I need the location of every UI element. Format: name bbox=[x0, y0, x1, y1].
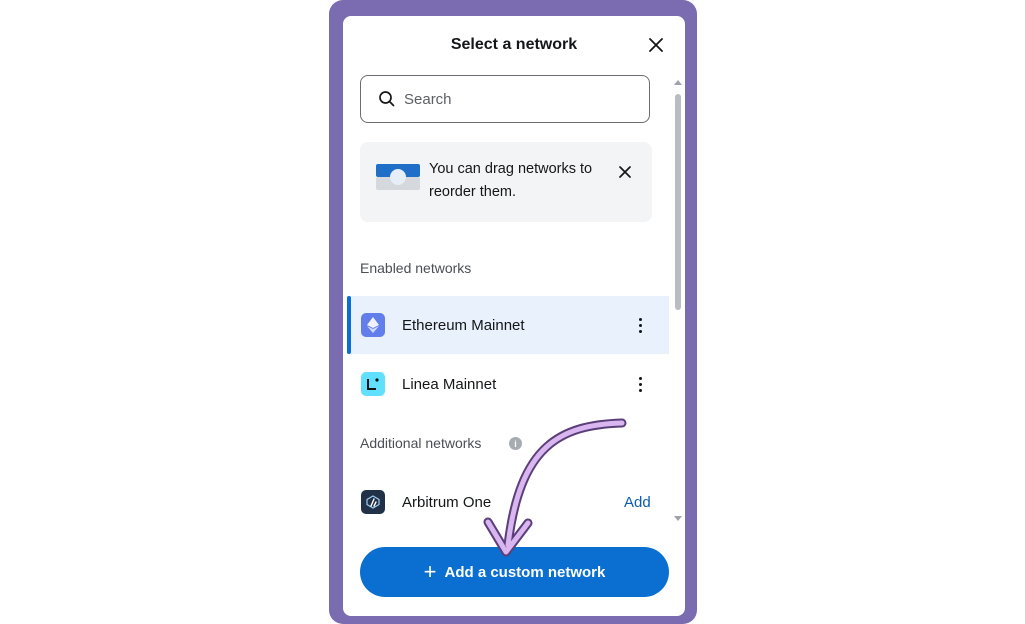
search-icon bbox=[379, 91, 395, 107]
add-custom-network-label: Add a custom network bbox=[444, 563, 606, 581]
close-icon[interactable] bbox=[645, 34, 667, 56]
scroll-down-arrow-icon[interactable] bbox=[674, 516, 682, 521]
network-name: Ethereum Mainnet bbox=[402, 316, 525, 334]
network-row-linea-mainnet[interactable]: Linea Mainnet bbox=[347, 355, 669, 413]
scroll-up-arrow-icon[interactable] bbox=[674, 80, 682, 85]
kebab-menu-icon[interactable] bbox=[633, 314, 647, 336]
scrollbar-thumb[interactable] bbox=[675, 94, 681, 310]
modal-title: Select a network bbox=[450, 36, 578, 53]
network-row-ethereum-mainnet[interactable]: Ethereum Mainnet bbox=[347, 296, 669, 354]
plus-icon: + bbox=[423, 559, 437, 584]
network-name: Arbitrum One bbox=[402, 493, 492, 511]
reorder-tip-banner: You can drag networks to reorder them. bbox=[360, 142, 652, 222]
selected-indicator bbox=[347, 296, 351, 354]
info-icon[interactable]: i bbox=[509, 437, 522, 450]
additional-networks-label: Additional networks bbox=[360, 435, 482, 451]
network-name: Linea Mainnet bbox=[402, 375, 497, 393]
add-custom-network-button[interactable]: + Add a custom network bbox=[360, 547, 669, 597]
enabled-networks-label: Enabled networks bbox=[360, 260, 472, 276]
search-field[interactable] bbox=[360, 75, 650, 123]
network-row-arbitrum-one: Arbitrum One bbox=[347, 473, 669, 531]
network-selector-modal: Select a network You can drag networks t… bbox=[343, 16, 685, 616]
banner-text: You can drag networks to reorder them. bbox=[429, 161, 593, 200]
arbitrum-icon bbox=[361, 490, 385, 514]
kebab-menu-icon[interactable] bbox=[633, 373, 647, 395]
ethereum-icon bbox=[361, 313, 385, 337]
drag-illustration-icon bbox=[376, 164, 420, 190]
search-input[interactable] bbox=[402, 89, 626, 109]
add-arbitrum-button[interactable]: Add bbox=[624, 494, 651, 511]
linea-icon bbox=[361, 372, 385, 396]
banner-close-icon[interactable] bbox=[615, 162, 635, 182]
